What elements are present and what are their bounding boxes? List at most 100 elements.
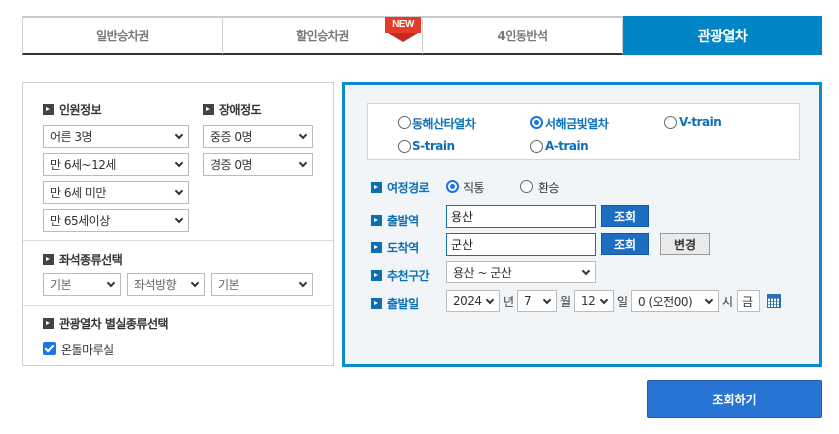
chevron-down-icon [174, 130, 184, 140]
departure-label: 출발역 [371, 212, 419, 229]
date-label-text: 출발일 [387, 297, 419, 311]
senior-value: 만 65세이상 [50, 214, 110, 228]
route-transfer-label: 환승 [538, 181, 560, 195]
swap-stations-button[interactable]: 변경 [660, 233, 710, 255]
arrow-bullet-icon [371, 215, 382, 226]
seat-position-value: 기본 [218, 278, 240, 292]
recommend-label-text: 추천구간 [387, 269, 430, 283]
tab-label: 일반승차권 [96, 29, 149, 43]
seat-type-title-text: 좌석종류선택 [59, 253, 123, 267]
disability-title-text: 장애정도 [219, 103, 262, 117]
divider [23, 240, 333, 241]
route-transfer-radio[interactable] [520, 180, 533, 193]
seat-position-select[interactable]: 기본 [211, 273, 313, 296]
date-label: 출발일 [371, 295, 419, 312]
route-label-text: 여정경로 [387, 181, 430, 195]
adult-select[interactable]: 어른 3명 [43, 125, 189, 148]
chevron-down-icon [298, 158, 308, 168]
arrow-bullet-icon [371, 242, 382, 253]
adult-value: 어른 3명 [50, 130, 93, 144]
train-radio-donghae[interactable] [398, 116, 411, 129]
arrow-bullet-icon [43, 254, 54, 265]
passenger-panel: 인원정보 장애정도 어른 3명 만 6세~12세 만 6세 미만 만 65세이상… [22, 82, 334, 366]
new-badge-tail [388, 33, 418, 42]
child-value: 만 6세~12세 [50, 158, 116, 172]
day-value: 12 [581, 294, 596, 308]
hour-select[interactable]: 0 (오전00) [631, 290, 719, 312]
search-button[interactable]: 조회하기 [647, 380, 822, 418]
departure-label-text: 출발역 [387, 214, 419, 228]
hour-unit: 시 [722, 295, 733, 309]
train-radio-seohae[interactable] [530, 116, 543, 129]
train-selector: 동해산타열차 서해금빛열차 V-train S-train A-train [367, 103, 800, 160]
ticket-tabs: 일반승차권 할인승차권 NEW 4인동반석 관광열차 [22, 16, 822, 55]
seat-class-select[interactable]: 기본 [43, 273, 121, 296]
departure-lookup-button[interactable]: 조회 [601, 205, 649, 227]
route-direct-radio[interactable] [446, 180, 459, 193]
day-select[interactable]: 12 [574, 290, 614, 312]
tour-car-title-text: 관광열차 별실종류선택 [59, 317, 169, 331]
month-value: 7 [524, 294, 532, 308]
tab-label: 관광열차 [697, 28, 748, 45]
departure-input[interactable]: 용산 [446, 205, 596, 228]
train-label-vtrain: V-train [679, 115, 722, 129]
senior-select[interactable]: 만 65세이상 [43, 209, 189, 232]
ondol-room-checkbox[interactable] [43, 342, 56, 355]
chevron-down-icon [485, 295, 495, 305]
new-badge: NEW [385, 17, 421, 45]
calendar-icon[interactable] [767, 294, 781, 308]
severe-disability-select[interactable]: 중증 0명 [203, 125, 313, 148]
train-radio-strain[interactable] [398, 140, 411, 153]
chevron-down-icon [298, 278, 308, 288]
day-unit: 일 [617, 295, 628, 309]
tab-four-seat[interactable]: 4인동반석 [423, 16, 623, 55]
seat-class-value: 기본 [50, 278, 72, 292]
arrow-bullet-icon [43, 318, 54, 329]
arrival-lookup-button[interactable]: 조회 [601, 233, 649, 255]
tour-car-title: 관광열차 별실종류선택 [43, 315, 169, 332]
infant-select[interactable]: 만 6세 미만 [43, 181, 189, 204]
chevron-down-icon [174, 186, 184, 196]
train-radio-vtrain[interactable] [664, 116, 677, 129]
tab-discount-ticket[interactable]: 할인승차권 NEW [223, 16, 423, 55]
arrow-bullet-icon [371, 298, 382, 309]
train-label-strain: S-train [412, 139, 455, 153]
recommend-route-select[interactable]: 용산 ~ 군산 [446, 261, 596, 283]
child-select[interactable]: 만 6세~12세 [43, 153, 189, 176]
recommend-route-value: 용산 ~ 군산 [453, 265, 512, 280]
seat-type-title: 좌석종류선택 [43, 251, 123, 268]
train-label-donghae: 동해산타열차 [412, 117, 476, 131]
arrow-bullet-icon [43, 104, 54, 115]
chevron-down-icon [174, 158, 184, 168]
tab-label: 할인승차권 [296, 29, 349, 43]
tab-tour-train[interactable]: 관광열차 [623, 16, 822, 55]
month-unit: 월 [560, 295, 571, 309]
ondol-room-label: 온돌마루실 [61, 343, 114, 357]
arrival-input[interactable]: 군산 [446, 233, 596, 256]
weekday-field: 금 [737, 290, 760, 312]
year-value: 2024 [453, 294, 482, 308]
passenger-title-text: 인원정보 [59, 103, 102, 117]
chevron-down-icon [174, 214, 184, 224]
disability-title: 장애정도 [203, 101, 262, 118]
route-label: 여정경로 [371, 179, 430, 196]
arrival-label-text: 도착역 [387, 241, 419, 255]
chevron-down-icon [190, 278, 200, 288]
recommend-label: 추천구간 [371, 267, 430, 284]
year-unit: 년 [503, 295, 514, 309]
arrow-bullet-icon [371, 270, 382, 281]
passenger-title: 인원정보 [43, 101, 102, 118]
mild-value: 경증 0명 [210, 158, 253, 172]
year-select[interactable]: 2024 [446, 290, 500, 312]
route-direct-label: 직통 [463, 181, 485, 195]
month-select[interactable]: 7 [517, 290, 557, 312]
chevron-down-icon [298, 130, 308, 140]
mild-disability-select[interactable]: 경증 0명 [203, 153, 313, 176]
chevron-down-icon [704, 295, 714, 305]
train-radio-atrain[interactable] [530, 140, 543, 153]
seat-direction-select[interactable]: 좌석방향 [127, 273, 205, 296]
severe-value: 중증 0명 [210, 130, 253, 144]
arrow-bullet-icon [203, 104, 214, 115]
tab-regular-ticket[interactable]: 일반승차권 [22, 16, 223, 55]
arrow-bullet-icon [371, 182, 382, 193]
